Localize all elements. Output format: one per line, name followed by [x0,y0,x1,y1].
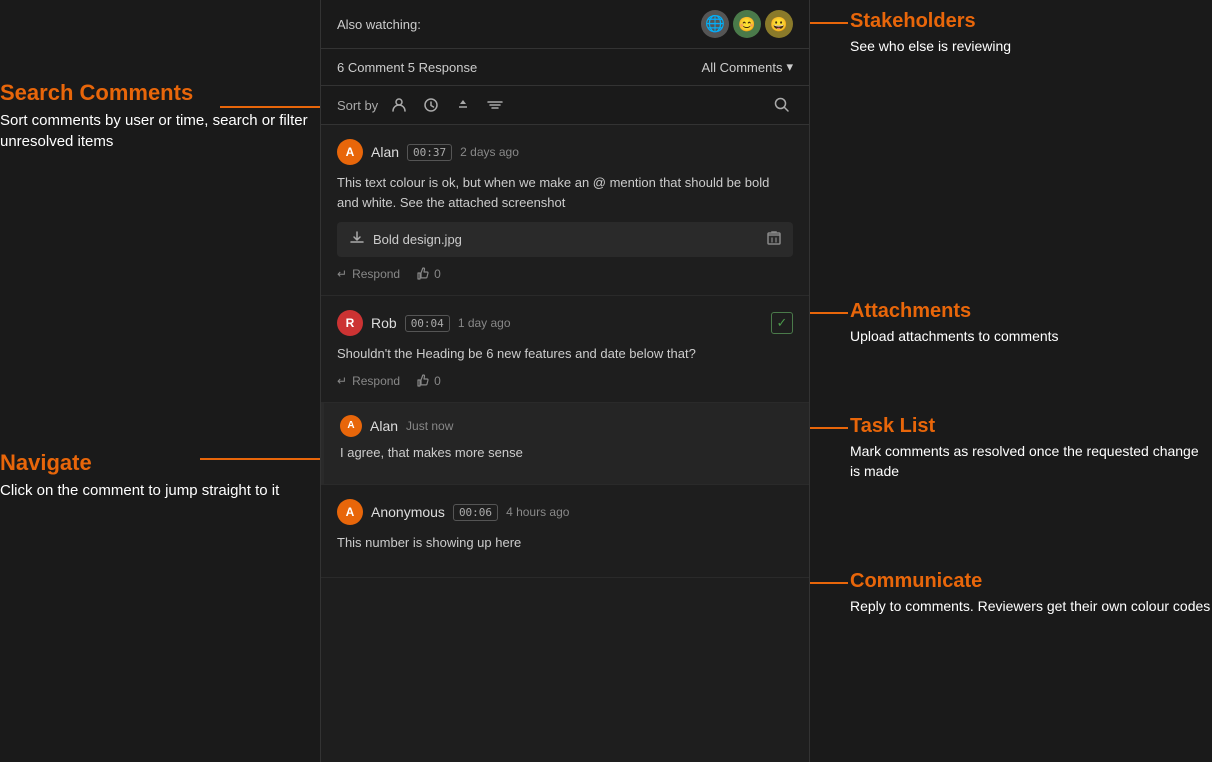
navigate-arrow-line [200,458,320,460]
tasklist-annotation: Task List Mark comments as resolved once… [850,415,1212,481]
comment-meta-bar: 6 Comment 5 Response All Comments ▾ [321,49,809,86]
search-icon[interactable] [771,94,793,116]
also-watching-label: Also watching: [337,17,421,32]
comment-3-time-ago: 4 hours ago [506,505,793,519]
tasklist-desc: Mark comments as resolved once the reque… [850,443,1199,479]
comment-3-timestamp: 00:06 [453,504,498,521]
search-comments-annotation: Search Comments Sort comments by user or… [0,80,320,152]
reply-1-time-ago: Just now [406,419,793,433]
comment-3[interactable]: A Anonymous 00:06 4 hours ago This numbe… [321,485,809,578]
comment-3-avatar: A [337,499,363,525]
delete-attachment-icon[interactable] [767,230,781,249]
comment-2-timestamp: 00:04 [405,315,450,332]
comment-2-text: Shouldn't the Heading be 6 new features … [337,344,793,364]
comment-2-avatar: R [337,310,363,336]
chevron-down-icon: ▾ [786,59,793,75]
sort-bar: Sort by [321,86,809,125]
avatar-3: 😀 [765,10,793,38]
attachments-line [810,312,848,314]
comment-2-header: R Rob 00:04 1 day ago ✓ [337,310,793,336]
sort-time-icon[interactable] [420,94,442,116]
sort-filter-icon[interactable] [484,94,506,116]
search-arrow-line [220,106,320,108]
tasklist-line [810,427,848,429]
attachments-annotation: Attachments Upload attachments to commen… [850,300,1059,347]
comment-1-likes: 0 [434,267,441,281]
sort-asc-icon[interactable] [452,94,474,116]
attachment-name: Bold design.jpg [373,232,759,247]
download-icon [349,230,365,249]
comment-1-avatar: A [337,139,363,165]
comment-1-text: This text colour is ok, but when we make… [337,173,793,212]
avatars-row: 🌐 😊 😀 [701,10,793,38]
stakeholders-desc: See who else is reviewing [850,38,1011,54]
comment-2-respond-btn[interactable]: ↵ Respond [337,374,400,388]
comment-2-likes: 0 [434,374,441,388]
stakeholders-title: Stakeholders [850,10,1011,33]
right-annotations: Stakeholders See who else is reviewing A… [810,0,1212,762]
comment-2-username: Rob [371,315,397,331]
reply-1[interactable]: A Alan Just now I agree, that makes more… [321,403,809,486]
comment-1-like-btn[interactable]: 0 [416,267,441,281]
attachments-desc: Upload attachments to comments [850,328,1059,344]
panel-header: Also watching: 🌐 😊 😀 [321,0,809,49]
comment-2[interactable]: R Rob 00:04 1 day ago ✓ Shouldn't the He… [321,296,809,403]
respond-label: Respond [352,267,400,281]
respond-icon: ↵ [337,374,347,388]
comments-panel: Also watching: 🌐 😊 😀 6 Comment 5 Respons… [320,0,810,762]
reply-1-header: A Alan Just now [340,415,793,437]
comment-1[interactable]: A Alan 00:37 2 days ago This text colour… [321,125,809,296]
reply-1-avatar: A [340,415,362,437]
communicate-line [810,582,848,584]
comments-list[interactable]: A Alan 00:37 2 days ago This text colour… [321,125,809,762]
page-wrapper: Search Comments Sort comments by user or… [0,0,1212,762]
respond-icon: ↵ [337,267,347,281]
left-annotations: Search Comments Sort comments by user or… [0,0,320,762]
comment-1-time-ago: 2 days ago [460,145,793,159]
filter-dropdown[interactable]: All Comments ▾ [702,59,793,75]
navigate-desc: Click on the comment to jump straight to… [0,482,279,499]
communicate-title: Communicate [850,570,1210,593]
comment-2-resolve-btn[interactable]: ✓ [771,312,793,334]
sort-options: Sort by [337,94,506,116]
avatar-2: 😊 [733,10,761,38]
sort-user-icon[interactable] [388,94,410,116]
comment-3-text: This number is showing up here [337,533,793,553]
attachments-title: Attachments [850,300,1059,323]
navigate-title: Navigate [0,450,279,476]
sort-by-label: Sort by [337,98,378,113]
comment-2-like-btn[interactable]: 0 [416,374,441,388]
comment-count: 6 Comment 5 Response [337,60,477,75]
search-comments-title: Search Comments [0,80,320,106]
comment-3-header: A Anonymous 00:06 4 hours ago [337,499,793,525]
search-comments-desc: Sort comments by user or time, search or… [0,112,308,150]
stakeholders-line [810,22,848,24]
comment-2-time-ago: 1 day ago [458,316,763,330]
respond-label: Respond [352,374,400,388]
stakeholders-annotation: Stakeholders See who else is reviewing [850,10,1011,57]
comment-3-username: Anonymous [371,504,445,520]
comment-1-username: Alan [371,144,399,160]
comment-1-respond-btn[interactable]: ↵ Respond [337,267,400,281]
avatar-1: 🌐 [701,10,729,38]
reply-1-text: I agree, that makes more sense [340,443,793,463]
reply-1-username: Alan [370,418,398,434]
tasklist-title: Task List [850,415,1212,438]
comment-2-actions: ↵ Respond 0 [337,374,793,388]
comment-1-attachment[interactable]: Bold design.jpg [337,222,793,257]
comment-1-actions: ↵ Respond 0 [337,267,793,281]
check-icon: ✓ [777,315,788,331]
comment-1-timestamp: 00:37 [407,144,452,161]
communicate-annotation: Communicate Reply to comments. Reviewers… [850,570,1210,617]
filter-label: All Comments [702,60,783,75]
comment-1-header: A Alan 00:37 2 days ago [337,139,793,165]
communicate-desc: Reply to comments. Reviewers get their o… [850,598,1210,614]
